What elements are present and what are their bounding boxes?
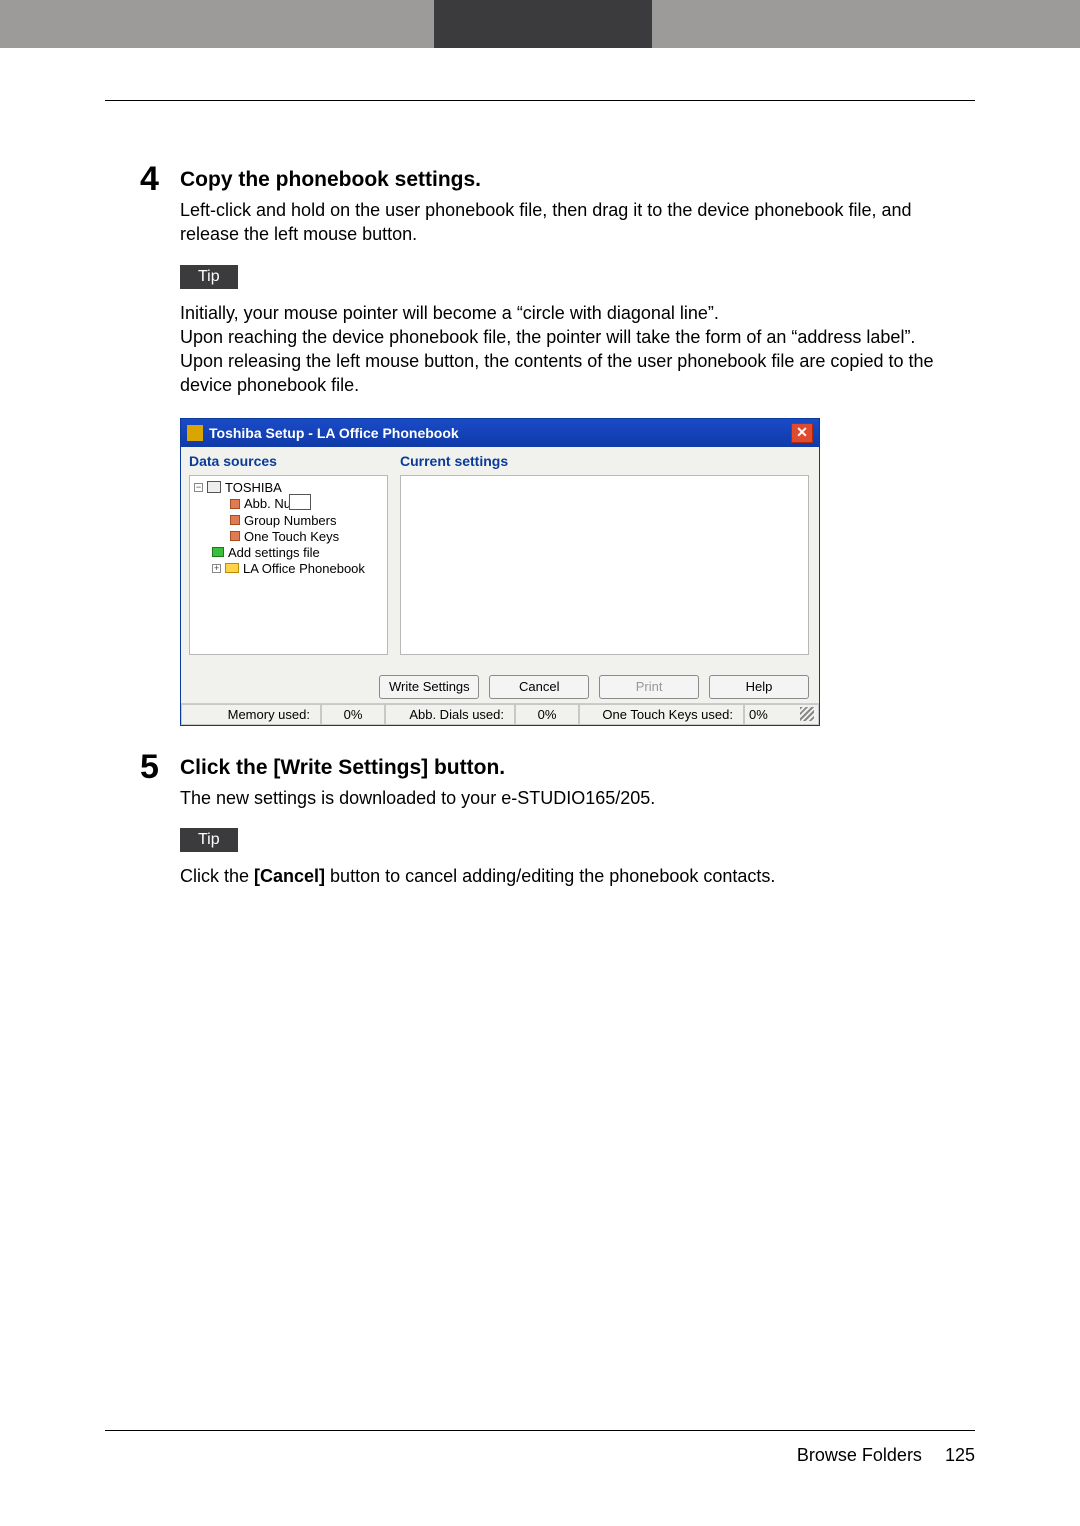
tip-bold: [Cancel] bbox=[254, 866, 325, 886]
tree-add-settings-file[interactable]: Add settings file bbox=[194, 545, 383, 560]
leaf-icon bbox=[230, 499, 240, 509]
tree-label: Group Numbers bbox=[244, 513, 336, 528]
footer-page-number: 125 bbox=[945, 1445, 975, 1465]
memory-used-label: Memory used: bbox=[181, 704, 321, 725]
step-5-body: The new settings is downloaded to your e… bbox=[180, 786, 960, 810]
band-gray-left bbox=[0, 0, 434, 48]
step-5-heading: Click the [Write Settings] button. bbox=[180, 756, 960, 780]
abb-dials-value: 0% bbox=[515, 704, 579, 725]
current-settings-heading: Current settings bbox=[400, 453, 809, 469]
device-icon bbox=[207, 481, 221, 493]
help-button[interactable]: Help bbox=[709, 675, 809, 699]
tree-label: LA Office Phonebook bbox=[243, 561, 365, 576]
data-sources-heading: Data sources bbox=[189, 453, 388, 469]
one-touch-value: 0% bbox=[749, 707, 768, 722]
tip-prefix: Click the bbox=[180, 866, 254, 886]
leaf-icon bbox=[230, 531, 240, 541]
tip-suffix: button to cancel adding/editing the phon… bbox=[325, 866, 775, 886]
band-dark-mid bbox=[434, 0, 652, 48]
collapse-icon[interactable]: − bbox=[194, 483, 203, 492]
window-title: Toshiba Setup - LA Office Phonebook bbox=[209, 425, 459, 441]
tip-line-2: Upon reaching the device phonebook file,… bbox=[180, 327, 915, 347]
tip-line-1: Initially, your mouse pointer will becom… bbox=[180, 303, 719, 323]
page-header-band bbox=[0, 0, 1080, 48]
tree-one-touch-keys[interactable]: One Touch Keys bbox=[194, 529, 383, 544]
tip-label: Tip bbox=[180, 265, 238, 289]
tree-label: One Touch Keys bbox=[244, 529, 339, 544]
window-titlebar[interactable]: Toshiba Setup - LA Office Phonebook ✕ bbox=[181, 419, 819, 447]
window-body: Data sources − TOSHIBA Abb. Nu bbox=[181, 447, 819, 667]
step-4-heading: Copy the phonebook settings. bbox=[180, 168, 960, 192]
app-icon bbox=[187, 425, 203, 441]
abb-dials-label: Abb. Dials used: bbox=[385, 704, 515, 725]
data-sources-pane: Data sources − TOSHIBA Abb. Nu bbox=[181, 447, 396, 667]
print-button[interactable]: Print bbox=[599, 675, 699, 699]
leaf-icon bbox=[230, 515, 240, 525]
tip-label: Tip bbox=[180, 828, 238, 852]
expand-icon[interactable]: + bbox=[212, 564, 221, 573]
tree-label: Abb. Nu bbox=[244, 496, 291, 511]
step-4-number: 4 bbox=[140, 160, 159, 199]
tree-label: Add settings file bbox=[228, 545, 320, 560]
band-gray-right bbox=[652, 0, 1080, 48]
data-sources-tree[interactable]: − TOSHIBA Abb. Nu Group Numbers bbox=[189, 475, 388, 655]
one-touch-label: One Touch Keys used: bbox=[579, 704, 744, 725]
step-5-block: 5 Click the [Write Settings] button. The… bbox=[180, 756, 960, 889]
step-4-tip-text: Initially, your mouse pointer will becom… bbox=[180, 301, 960, 398]
status-bar: Memory used: 0% Abb. Dials used: 0% One … bbox=[181, 703, 819, 725]
folder-icon bbox=[225, 563, 239, 573]
footer-section: Browse Folders bbox=[797, 1445, 922, 1465]
write-settings-button[interactable]: Write Settings bbox=[379, 675, 479, 699]
cancel-button[interactable]: Cancel bbox=[489, 675, 589, 699]
tree-root-toshiba[interactable]: − TOSHIBA bbox=[194, 480, 383, 495]
tree-group-numbers[interactable]: Group Numbers bbox=[194, 513, 383, 528]
step-5-number: 5 bbox=[140, 748, 159, 787]
toshiba-setup-window: Toshiba Setup - LA Office Phonebook ✕ Da… bbox=[180, 418, 820, 726]
top-rule bbox=[105, 100, 975, 101]
tip-line-3: Upon releasing the left mouse button, th… bbox=[180, 351, 934, 395]
resize-grip-icon[interactable] bbox=[800, 707, 814, 721]
tree-abb-numbers[interactable]: Abb. Nu bbox=[194, 496, 383, 512]
memory-used-value: 0% bbox=[321, 704, 385, 725]
page-footer: Browse Folders 125 bbox=[797, 1445, 975, 1466]
drag-cursor-icon bbox=[289, 494, 311, 510]
current-settings-pane: Current settings bbox=[396, 447, 819, 667]
close-icon[interactable]: ✕ bbox=[791, 423, 813, 443]
step-4-block: 4 Copy the phonebook settings. Left-clic… bbox=[180, 168, 960, 726]
window-button-row: Write Settings Cancel Print Help bbox=[181, 667, 819, 703]
current-settings-area bbox=[400, 475, 809, 655]
bottom-rule bbox=[105, 1430, 975, 1431]
tree-la-office-phonebook[interactable]: + LA Office Phonebook bbox=[194, 561, 383, 576]
tree-label: TOSHIBA bbox=[225, 480, 282, 495]
step-5-tip-text: Click the [Cancel] button to cancel addi… bbox=[180, 864, 960, 888]
add-icon bbox=[212, 547, 224, 557]
step-4-body: Left-click and hold on the user phoneboo… bbox=[180, 198, 960, 247]
